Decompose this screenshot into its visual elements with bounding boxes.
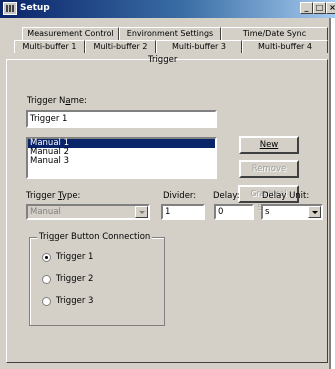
tab-multi-buffer-1[interactable]: Multi-buffer 1 [14,40,85,53]
chevron-down-icon[interactable] [135,206,148,218]
radio-icon[interactable] [42,275,51,284]
maximize-button[interactable]: □ [313,2,326,14]
tab-multi-buffer-4[interactable]: Multi-buffer 4 [242,40,328,53]
trigger-name-input[interactable]: Trigger 1 [26,110,217,128]
tab-row-2: Multi-buffer 1 Multi-buffer 2 Multi-buff… [14,40,328,53]
delay-label: Delay: [213,191,240,201]
tab-time-date-sync[interactable]: Time/Date Sync [221,27,328,40]
minimize-button[interactable]: _ [300,2,313,14]
delay-input[interactable]: 0 [214,204,254,220]
delay-unit-label: Delay Unit: [262,191,310,201]
window-title: Setup [20,3,50,13]
divider-input[interactable]: 1 [161,204,205,220]
trigger-name-label: Trigger Name: [27,96,87,106]
tab-environment-settings[interactable]: Environment Settings [119,27,221,40]
title-bar[interactable]: Setup _ □ × [0,0,335,18]
trigger-list[interactable]: Manual 1 Manual 2 Manual 3 [26,137,217,179]
trigger-button-connection-group: Trigger Button Connection Trigger 1 Trig… [29,232,165,326]
tab-row-1: Measurement Control Environment Settings… [22,27,328,40]
radio-icon[interactable] [42,297,51,306]
list-item-manual-3[interactable]: Manual 3 [28,157,215,166]
radio-selected-icon[interactable] [42,253,51,262]
trigger-button-connection-label: Trigger Button Connection [37,232,153,242]
remove-button[interactable]: Remove [239,160,299,178]
divider-label: Divider: [163,191,197,201]
new-button[interactable]: New [239,136,299,154]
delay-unit-select[interactable]: s [261,204,323,220]
tab-multi-buffer-2[interactable]: Multi-buffer 2 [85,40,156,53]
trigger-type-label: Trigger Type: [26,191,81,201]
close-button[interactable]: × [326,2,335,14]
tab-measurement-control[interactable]: Measurement Control [22,27,119,40]
setup-window: Setup _ □ × Measurement Control Environm… [0,0,335,369]
tab-trigger[interactable]: Trigger [148,55,177,65]
setup-app-icon [3,2,17,15]
trigger-type-select[interactable]: Manual [26,204,150,220]
chevron-down-icon[interactable] [308,206,321,218]
tab-multi-buffer-3[interactable]: Multi-buffer 3 [156,40,242,53]
